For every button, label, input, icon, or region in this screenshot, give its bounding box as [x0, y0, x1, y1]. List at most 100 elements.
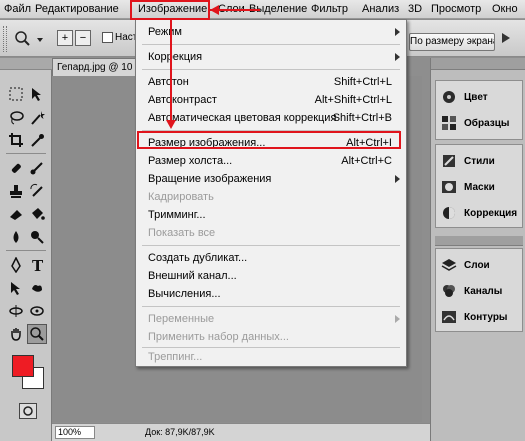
panel-masks-label: Маски — [464, 181, 495, 193]
move-icon[interactable] — [27, 84, 47, 104]
panel-channels[interactable]: Каналы — [440, 279, 524, 303]
layers-icon — [440, 257, 458, 273]
menu-item-label: Режим — [148, 26, 182, 38]
swatches-icon — [440, 115, 458, 131]
panel-paths[interactable]: Контуры — [440, 305, 524, 329]
channels-icon — [440, 283, 458, 299]
dodge-icon[interactable] — [27, 227, 47, 247]
path-selection-icon[interactable] — [6, 278, 26, 298]
document-tab[interactable]: Гепард.jpg @ 10 — [52, 58, 137, 76]
menu-view[interactable]: Просмотр — [431, 3, 481, 15]
blur-icon[interactable] — [6, 227, 26, 247]
menu-item-adjustments[interactable]: Коррекция — [136, 48, 406, 66]
clone-stamp-icon[interactable] — [6, 181, 26, 201]
image-menu-highlight — [130, 0, 210, 20]
menu-item-label: Размер холста... — [148, 155, 233, 167]
menu-item-variables: Переменные — [136, 310, 406, 328]
zoom-in-button[interactable]: + — [57, 30, 73, 46]
menu-file[interactable]: Файл — [4, 3, 31, 15]
menu-item-apply-data-set: Применить набор данных... — [136, 328, 406, 346]
dock-header[interactable] — [431, 58, 525, 70]
fit-screen-button[interactable]: По размеру экрана — [409, 33, 495, 51]
foreground-color-swatch[interactable] — [12, 355, 34, 377]
history-brush-icon[interactable] — [27, 181, 47, 201]
menu-item-calculations[interactable]: Вычисления... — [136, 285, 406, 303]
menu-item-label: Вычисления... — [148, 288, 221, 300]
pen-icon[interactable] — [6, 255, 26, 275]
paint-bucket-icon[interactable] — [27, 204, 47, 224]
pointer-arrow-line — [170, 19, 172, 121]
menu-item-auto-contrast[interactable]: Автоконтраст Alt+Shift+Ctrl+L — [136, 91, 406, 109]
magnifier-icon — [15, 31, 43, 46]
menu-item-reveal-all: Показать все — [136, 224, 406, 242]
menu-item-label: Применить набор данных... — [148, 331, 289, 343]
magic-wand-icon[interactable] — [27, 108, 47, 128]
tools-panel-header[interactable] — [0, 58, 52, 70]
adjustments-icon — [440, 205, 458, 221]
menu-item-auto-color[interactable]: Автоматическая цветовая коррекция Shift+… — [136, 109, 406, 127]
3d-rotate-icon[interactable] — [6, 301, 26, 321]
menu-edit[interactable]: Редактирование — [35, 3, 119, 15]
menu-item-image-rotation[interactable]: Вращение изображения — [136, 170, 406, 188]
image-menu-dropdown: Режим Коррекция Автотон Shift+Ctrl+L Авт… — [135, 19, 407, 367]
menu-item-duplicate[interactable]: Создать дубликат... — [136, 249, 406, 267]
options-grip[interactable] — [3, 26, 7, 52]
3d-orbit-icon[interactable] — [27, 301, 47, 321]
menu-item-mode[interactable]: Режим — [136, 23, 406, 41]
hand-icon[interactable] — [6, 324, 26, 344]
panel-styles[interactable]: Стили — [440, 149, 524, 173]
menu-3d[interactable]: 3D — [408, 3, 422, 15]
zoom-level-field[interactable]: 100% — [55, 426, 95, 439]
panel-adjustments-label: Коррекция — [464, 207, 518, 219]
eyedropper-icon[interactable] — [27, 130, 47, 150]
brush-icon[interactable] — [27, 158, 47, 178]
resize-windows-checkbox[interactable] — [102, 32, 113, 43]
healing-brush-icon[interactable] — [6, 158, 26, 178]
menu-item-auto-tone[interactable]: Автотон Shift+Ctrl+L — [136, 73, 406, 91]
panel-color-label: Цвет — [464, 91, 488, 103]
zoom-out-button[interactable]: − — [75, 30, 91, 46]
panel-masks[interactable]: Маски — [440, 175, 524, 199]
menu-item-apply-image[interactable]: Внешний канал... — [136, 267, 406, 285]
panel-group-color: Цвет Образцы — [435, 80, 523, 140]
document-info[interactable]: Док: 87,9K/87,9K — [145, 427, 215, 437]
marquee-icon[interactable] — [6, 84, 26, 104]
masks-icon — [440, 179, 458, 195]
dock-group-header[interactable] — [435, 236, 523, 246]
menu-window[interactable]: Окно — [492, 3, 518, 15]
menu-item-label: Переменные — [148, 313, 215, 325]
panel-swatches-label: Образцы — [464, 117, 510, 129]
panel-adjustments[interactable]: Коррекция — [440, 201, 524, 225]
menu-item-label: Кадрировать — [148, 191, 214, 203]
eraser-icon[interactable] — [6, 204, 26, 224]
panel-color[interactable]: Цвет — [440, 85, 524, 109]
panel-layers[interactable]: Слои — [440, 253, 524, 277]
menu-bar: Файл Редактирование Изображение Слои Выд… — [0, 0, 525, 19]
chevron-right-icon[interactable] — [500, 32, 512, 44]
type-icon[interactable]: T — [27, 255, 47, 275]
paths-icon — [440, 309, 458, 325]
menu-filter[interactable]: Фильтр — [311, 3, 348, 15]
status-bar: 100% Док: 87,9K/87,9K — [52, 423, 430, 441]
crop-icon[interactable] — [6, 130, 26, 150]
lasso-icon[interactable] — [6, 108, 26, 128]
panel-layers-label: Слои — [464, 259, 490, 271]
zoom-icon[interactable] — [27, 324, 47, 344]
menu-item-shortcut: Alt+Shift+Ctrl+L — [314, 94, 392, 106]
menu-item-label: Коррекция — [148, 51, 203, 63]
panel-swatches[interactable]: Образцы — [440, 111, 524, 135]
menu-item-trim[interactable]: Тримминг... — [136, 206, 406, 224]
shape-icon[interactable] — [27, 278, 47, 298]
menu-item-label: Вращение изображения — [148, 173, 272, 185]
menu-analysis[interactable]: Анализ — [362, 3, 399, 15]
panel-group-styles: Стили Маски Коррекция — [435, 144, 523, 228]
menu-separator — [142, 306, 400, 307]
tools-separator — [6, 250, 46, 251]
zoom-tool-preset[interactable] — [14, 30, 44, 48]
arrow-left-icon — [210, 5, 219, 15]
quick-mask-icon[interactable] — [19, 403, 37, 419]
color-icon — [440, 89, 458, 105]
menu-item-shortcut: Shift+Ctrl+B — [332, 112, 392, 124]
menu-item-canvas-size[interactable]: Размер холста... Alt+Ctrl+C — [136, 152, 406, 170]
menu-item-label: Создать дубликат... — [148, 252, 248, 264]
